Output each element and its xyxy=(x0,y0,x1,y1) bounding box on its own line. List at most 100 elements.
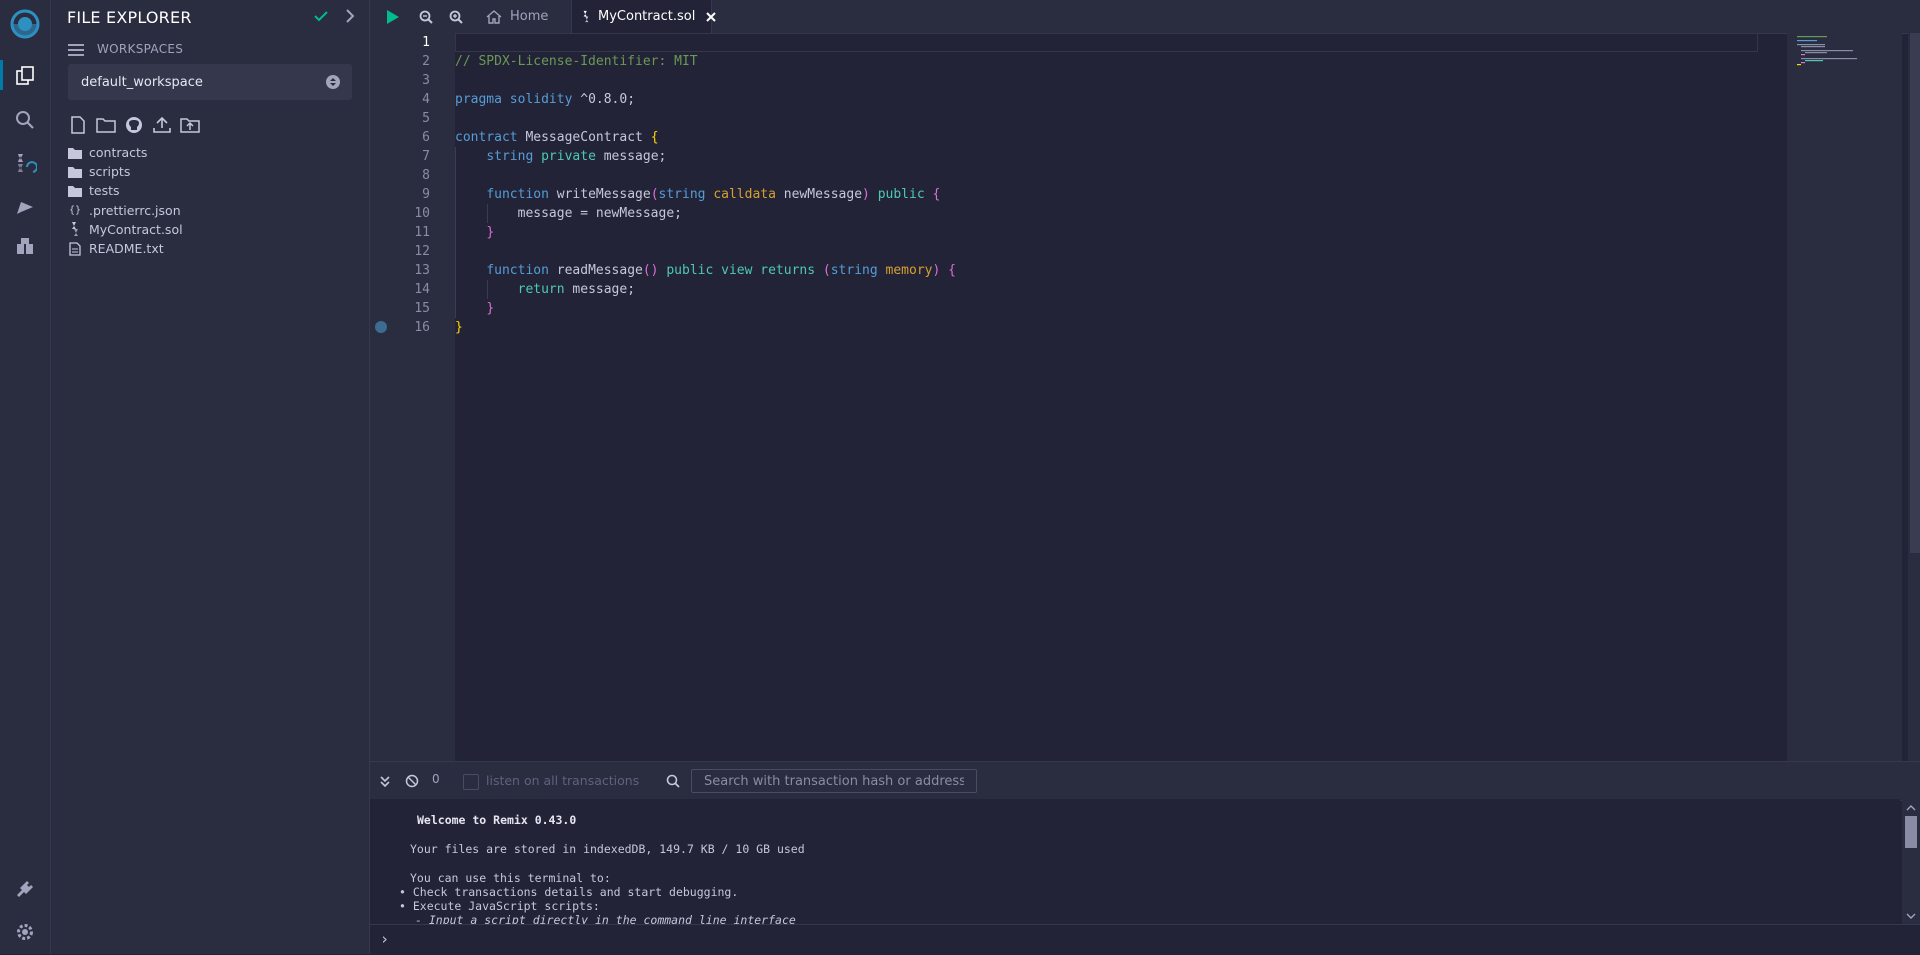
workspace-select[interactable]: default_workspace xyxy=(68,64,352,100)
search-icon xyxy=(666,773,680,792)
tab-home[interactable]: Home xyxy=(484,0,568,33)
tree-item-label: README.txt xyxy=(89,241,164,257)
run-button[interactable] xyxy=(382,6,404,28)
file-explorer-toolbar xyxy=(67,114,201,136)
solidity-icon xyxy=(582,10,590,23)
plugin-manager-icon[interactable] xyxy=(11,232,39,260)
tree-item-readme[interactable]: README.txt xyxy=(67,239,183,258)
tree-item-label: MyContract.sol xyxy=(89,221,183,237)
pending-tx-count: 0 xyxy=(432,772,440,786)
tab-label: MyContract.sol xyxy=(598,9,696,24)
new-folder-icon[interactable] xyxy=(95,114,117,136)
github-icon[interactable] xyxy=(123,114,145,136)
code-line: // SPDX-License-Identifier: MIT xyxy=(455,54,698,69)
code-line: pragma solidity ^0.8.0; xyxy=(455,92,636,107)
listen-label: listen on all transactions xyxy=(486,773,640,788)
panel-title: FILE EXPLORER xyxy=(67,8,192,27)
code-line: contract MessageContract { xyxy=(455,130,659,145)
tree-item-tests[interactable]: tests xyxy=(67,181,183,200)
terminal-bullet: - Input a script directly in the command… xyxy=(415,913,796,924)
line-number: 1 xyxy=(422,35,430,50)
home-icon xyxy=(486,9,502,24)
remix-logo-icon[interactable] xyxy=(7,6,43,42)
plug-icon[interactable] xyxy=(11,875,39,903)
terminal-output: Welcome to Remix 0.43.0 Your files are s… xyxy=(370,799,1900,924)
tab-mycontract[interactable]: MyContract.sol xyxy=(571,0,717,33)
upload-folder-icon[interactable] xyxy=(179,114,201,136)
line-number: 9 xyxy=(422,187,430,202)
code-line: string private message; xyxy=(486,149,667,164)
upload-icon[interactable] xyxy=(151,114,173,136)
line-number: 3 xyxy=(422,73,430,88)
workspaces-label: WORKSPACES xyxy=(97,42,184,56)
zoom-out-icon[interactable] xyxy=(415,6,437,28)
editor-tabbar: Home MyContract.sol xyxy=(370,0,1920,34)
zoom-in-icon[interactable] xyxy=(445,6,467,28)
braces-icon: {} xyxy=(68,204,82,216)
gear-icon[interactable] xyxy=(11,918,39,946)
line-number: 15 xyxy=(414,301,430,316)
terminal-storage: Your files are stored in indexedDB, 149.… xyxy=(410,842,805,856)
scrollbar-thumb[interactable] xyxy=(1905,816,1917,848)
code-line: function writeMessage(string calldata ne… xyxy=(486,187,941,202)
deploy-run-icon[interactable] xyxy=(11,193,39,221)
folder-icon xyxy=(67,145,83,161)
line-number: 5 xyxy=(422,111,430,126)
tree-item-label: tests xyxy=(89,183,120,199)
line-number: 8 xyxy=(422,168,430,183)
line-number: 2 xyxy=(422,54,430,69)
file-explorer-icon[interactable] xyxy=(11,62,39,90)
line-number: 7 xyxy=(422,149,430,164)
chevron-right-icon[interactable] xyxy=(342,8,358,28)
file-text-icon xyxy=(67,241,83,257)
tree-item-mycontract[interactable]: MyContract.sol xyxy=(67,220,183,239)
line-number-gutter: 1 2 3 4 5 6 7 8 9 10 11 12 13 14 15 16 xyxy=(370,33,455,761)
chevrons-down-icon[interactable] xyxy=(378,773,392,792)
workspaces-row: WORKSPACES xyxy=(67,40,357,60)
terminal-toolbar: 0 listen on all transactions xyxy=(370,761,1920,801)
terminal-can-use: You can use this terminal to: xyxy=(410,871,611,885)
new-file-icon[interactable] xyxy=(67,114,89,136)
folder-icon xyxy=(67,164,83,180)
file-tree: contracts scripts tests {} .prettierrc.j… xyxy=(67,143,183,258)
code-editor[interactable]: // SPDX-License-Identifier: MIT pragma s… xyxy=(455,33,1758,761)
code-line: message = newMessage; xyxy=(517,206,682,221)
select-arrows-icon xyxy=(326,75,340,89)
line-number: 11 xyxy=(414,225,430,240)
scrollbar-thumb[interactable] xyxy=(1910,33,1920,553)
solidity-icon xyxy=(67,221,83,237)
line-number: 6 xyxy=(422,130,430,145)
prompt-chevron: › xyxy=(380,930,390,948)
line-number: 4 xyxy=(422,92,430,107)
main-panel: Home MyContract.sol 1 2 3 4 5 6 7 8 9 10… xyxy=(370,0,1920,955)
close-icon[interactable] xyxy=(705,11,717,23)
tree-item-label: .prettierrc.json xyxy=(89,202,181,218)
tree-item-prettierrc[interactable]: {} .prettierrc.json xyxy=(67,201,183,220)
active-plugin-indicator xyxy=(0,60,3,90)
tree-item-label: contracts xyxy=(89,145,148,161)
tree-item-scripts[interactable]: scripts xyxy=(67,162,183,181)
tree-item-contracts[interactable]: contracts xyxy=(67,143,183,162)
terminal-bullet: • Execute JavaScript scripts: xyxy=(399,899,600,913)
minimap[interactable] xyxy=(1787,33,1902,761)
code-line: } xyxy=(486,301,495,316)
current-line-highlight xyxy=(455,33,1758,52)
terminal-scrollbar[interactable] xyxy=(1902,800,1920,924)
transaction-search-input[interactable] xyxy=(691,769,977,793)
check-icon xyxy=(313,8,329,28)
code-line: } xyxy=(455,320,463,335)
terminal-input[interactable]: › xyxy=(370,924,1920,955)
clear-console-icon[interactable] xyxy=(405,773,419,792)
line-number: 12 xyxy=(414,244,430,259)
code-line: return message; xyxy=(517,282,636,297)
workspace-select-value: default_workspace xyxy=(81,75,203,90)
tab-label: Home xyxy=(510,9,549,24)
tree-item-label: scripts xyxy=(89,164,131,180)
hamburger-menu-icon[interactable] xyxy=(67,42,85,62)
listen-checkbox[interactable] xyxy=(463,774,479,790)
solidity-compiler-icon[interactable] xyxy=(11,150,39,178)
editor-scrollbar[interactable] xyxy=(1908,33,1920,761)
code-line: function readMessage() public view retur… xyxy=(486,263,956,278)
search-icon[interactable] xyxy=(11,106,39,134)
line-number: 13 xyxy=(414,263,430,278)
